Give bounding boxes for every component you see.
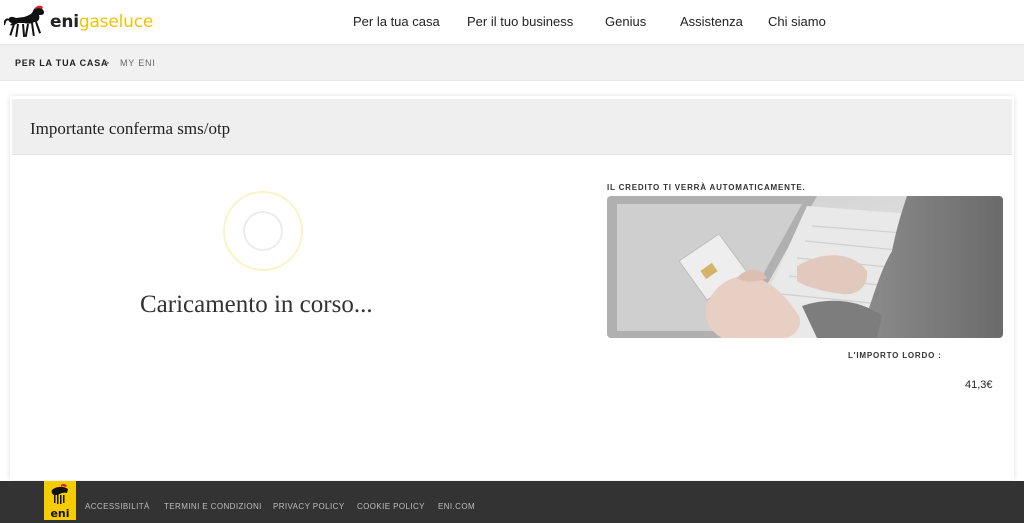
footer-logo-text: eni — [50, 507, 69, 520]
logo-gaseluce-text: gaseluce — [78, 12, 154, 32]
otp-confirmation-card: Importante conferma sms/otp Caricamento … — [10, 96, 1014, 480]
nav-genius[interactable]: Genius — [605, 14, 646, 29]
nav-assistenza[interactable]: Assistenza — [680, 14, 743, 29]
eni-gaseluce-logo[interactable]: enigaseluce — [4, 5, 153, 39]
breadcrumb-per-la-tua-casa[interactable]: PER LA TUA CASA — [15, 58, 108, 68]
nav-per-la-tua-casa[interactable]: Per la tua casa — [353, 14, 440, 29]
gross-amount-label: L'IMPORTO LORDO : — [848, 351, 942, 360]
credit-card-payment-image — [607, 196, 1003, 338]
footer-link-cookie-policy[interactable]: COOKIE POLICY — [357, 502, 425, 511]
footer-link-termini-e-condizioni[interactable]: TERMINI E CONDIZIONI — [164, 502, 262, 511]
photo-illustration — [607, 196, 1003, 338]
breadcrumb-my-eni: MY ENI — [120, 58, 156, 68]
nav-chi-siamo[interactable]: Chi siamo — [768, 14, 826, 29]
eni-logo-icon[interactable]: eni — [44, 481, 76, 520]
six-legged-dog-icon — [4, 5, 45, 38]
card-header: Importante conferma sms/otp — [12, 99, 1012, 155]
site-header: enigaseluce Per la tua casa Per il tuo b… — [0, 0, 1024, 45]
breadcrumb: PER LA TUA CASA > MY ENI — [0, 45, 1024, 81]
footer-link-accessibilita[interactable]: ACCESSIBILITÀ — [85, 502, 150, 511]
nav-per-il-tuo-business[interactable]: Per il tuo business — [467, 14, 573, 29]
footer-link-privacy-policy[interactable]: PRIVACY POLICY — [273, 502, 345, 511]
footer-link-eni-com[interactable]: ENI.COM — [438, 502, 475, 511]
loading-spinner-icon — [223, 191, 303, 271]
credit-notice-label: IL CREDITO TI VERRÀ AUTOMATICAMENTE. — [607, 183, 806, 192]
page-title: Importante conferma sms/otp — [30, 119, 231, 138]
spinner-inner-ring — [243, 211, 283, 251]
site-footer: eni ACCESSIBILITÀ TERMINI E CONDIZIONI P… — [0, 481, 1024, 523]
gross-amount-value: 41,3€ — [965, 379, 993, 391]
loading-message: Caricamento in corso... — [140, 291, 373, 318]
logo-wordmark: enigaseluce — [50, 12, 153, 32]
breadcrumb-separator: > — [104, 58, 111, 68]
logo-eni-text: eni — [50, 12, 79, 32]
